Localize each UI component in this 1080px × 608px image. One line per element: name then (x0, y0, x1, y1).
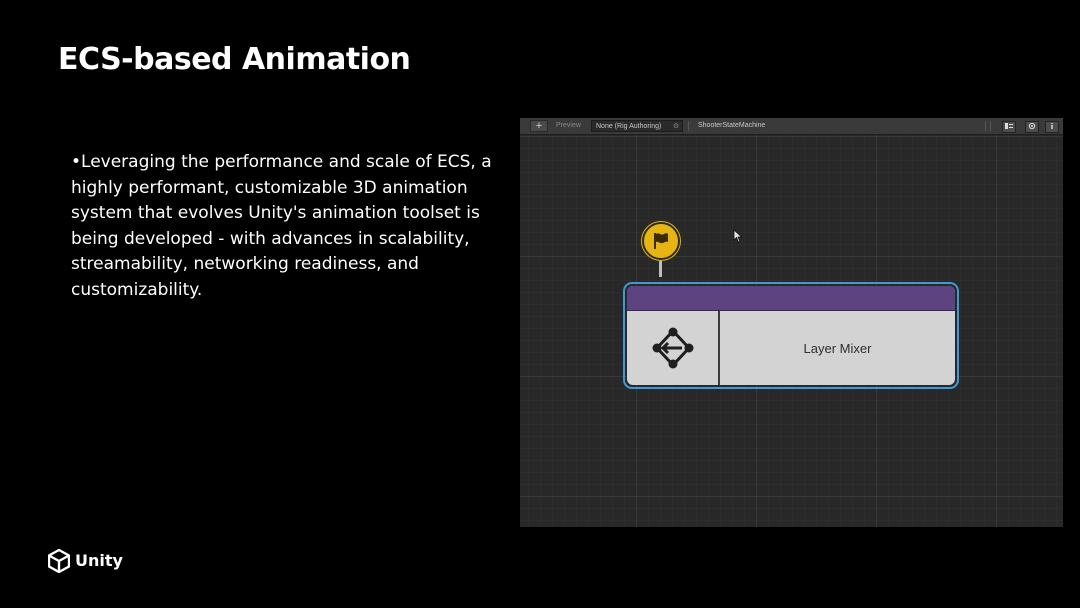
bullet-text: •Leveraging the performance and scale of… (71, 152, 492, 300)
entry-connector[interactable] (659, 261, 662, 277)
node-title: Layer Mixer (803, 340, 872, 356)
unity-cube-icon (48, 549, 70, 573)
breadcrumb-state-machine[interactable]: ShooterStateMachine (694, 120, 769, 132)
inspector-icon[interactable] (1025, 121, 1039, 133)
unity-wordmark: Unity (75, 551, 123, 570)
toolbar-divider (985, 121, 986, 131)
entry-node[interactable] (642, 222, 680, 260)
editor-toolbar: + Preview None (Rig Authoring) ⊙ Shooter… (520, 118, 1063, 135)
object-picker-icon[interactable]: ⊙ (673, 121, 679, 133)
node-icon-cell (627, 311, 720, 385)
flag-icon (654, 233, 668, 249)
info-icon[interactable] (1045, 121, 1059, 133)
animation-graph-editor[interactable]: + Preview None (Rig Authoring) ⊙ Shooter… (520, 118, 1063, 527)
blackboard-icon[interactable] (1002, 121, 1016, 133)
add-node-button[interactable]: + (530, 120, 548, 132)
rig-authoring-field[interactable]: None (Rig Authoring) ⊙ (591, 120, 683, 132)
toolbar-divider (990, 121, 991, 131)
layer-mixer-node[interactable]: Layer Mixer (623, 282, 959, 389)
rig-authoring-value: None (Rig Authoring) (596, 123, 662, 130)
layer-mixer-icon (652, 327, 694, 369)
layer-mixer-body: Layer Mixer (627, 286, 955, 385)
mouse-cursor-icon (733, 229, 743, 243)
slide-title: ECS-based Animation (58, 42, 411, 77)
toolbar-divider (688, 121, 689, 131)
preview-toggle[interactable]: Preview (552, 120, 585, 132)
node-header[interactable] (627, 286, 955, 311)
